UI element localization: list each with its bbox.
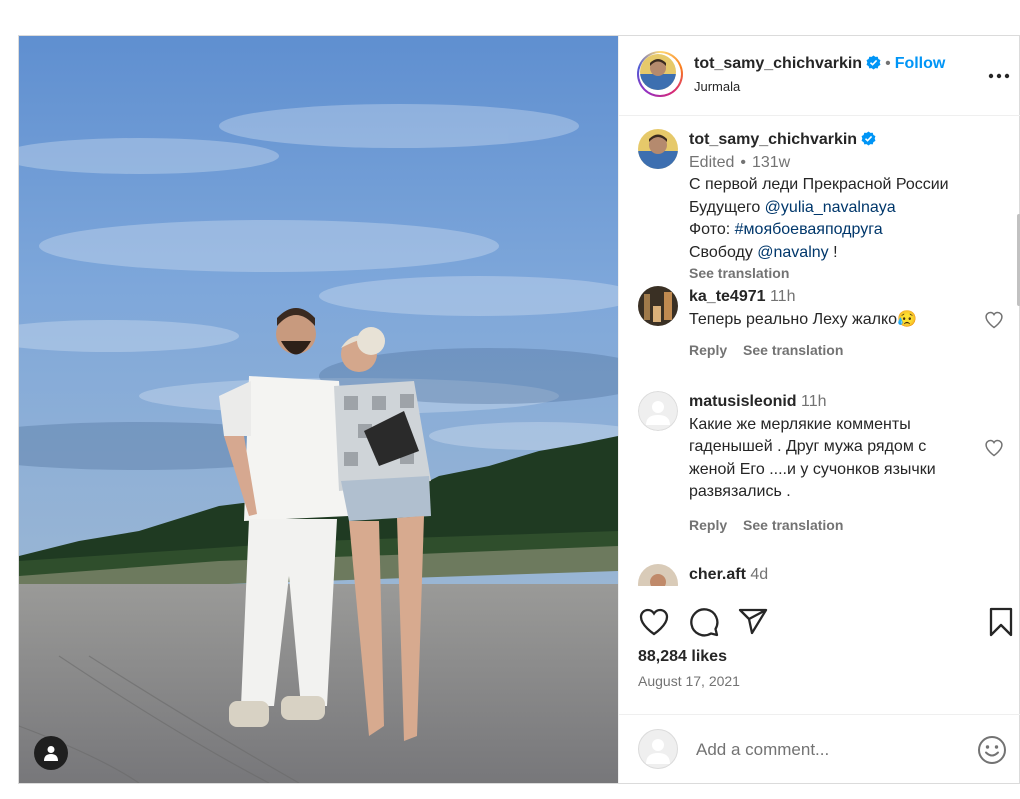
ellipsis-icon — [988, 73, 1010, 79]
comment-like-heart-icon[interactable] — [984, 310, 1004, 330]
heart-icon[interactable] — [638, 606, 670, 638]
see-translation-button[interactable]: See translation — [743, 517, 843, 533]
add-comment-input[interactable] — [694, 737, 968, 763]
author-username[interactable]: tot_samy_chichvarkin — [694, 55, 862, 72]
add-comment-bar — [619, 714, 1020, 784]
comment-text: Теперь реально Леху жалко — [689, 310, 898, 328]
mention-navalny[interactable]: @navalny — [757, 244, 828, 261]
comment-time[interactable]: 11h — [801, 393, 827, 410]
caption-separator: • — [740, 153, 746, 171]
comment-username[interactable]: ka_te4971 — [689, 288, 766, 305]
see-translation-button[interactable]: See translation — [743, 342, 843, 358]
mention-yulia-navalnaya[interactable]: @yulia_navalnaya — [765, 199, 896, 216]
post-side-panel: tot_samy_chichvarkin • Follow Jurmala to… — [618, 36, 1020, 783]
comment-time[interactable]: 11h — [770, 288, 796, 305]
caption-time[interactable]: 131w — [752, 154, 790, 171]
caption-line-2-text: Будущего — [689, 198, 765, 216]
post-header: tot_samy_chichvarkin • Follow Jurmala — [619, 36, 1020, 116]
verified-badge-icon — [866, 55, 881, 70]
comment-avatar[interactable] — [638, 391, 678, 431]
bookmark-icon[interactable] — [985, 606, 1017, 638]
comment-like-heart-icon[interactable] — [984, 438, 1004, 458]
reply-button[interactable]: Reply — [689, 517, 727, 533]
header-separator: • — [885, 55, 891, 72]
post-location[interactable]: Jurmala — [694, 79, 740, 94]
comment-emoji: 😥 — [897, 310, 917, 328]
follow-button[interactable]: Follow — [895, 55, 946, 72]
comment-avatar[interactable] — [638, 564, 678, 586]
caption-see-translation[interactable]: See translation — [689, 265, 789, 281]
caption-line-1: С первой леди Прекрасной России — [689, 176, 949, 193]
tag-people-button[interactable] — [34, 736, 68, 770]
comment-username[interactable]: matusisleonid — [689, 393, 797, 410]
user-tag-icon — [44, 746, 58, 761]
comment-avatar[interactable] — [638, 286, 678, 326]
post-date[interactable]: August 17, 2021 — [638, 673, 740, 689]
comment-username[interactable]: cher.aft — [689, 566, 746, 583]
author-avatar[interactable] — [637, 51, 683, 97]
paper-plane-icon[interactable] — [737, 606, 769, 638]
comment-time[interactable]: 4d — [750, 566, 768, 583]
caption-username[interactable]: tot_samy_chichvarkin — [689, 131, 857, 148]
likes-count[interactable]: 88,284 likes — [638, 648, 727, 666]
post-photo[interactable] — [19, 36, 618, 783]
post-dialog: tot_samy_chichvarkin • Follow Jurmala to… — [18, 35, 1020, 784]
current-user-avatar — [638, 729, 678, 769]
beach-photo-illustration — [19, 36, 618, 783]
comment-bubble-icon[interactable] — [688, 606, 720, 638]
smiley-icon[interactable] — [977, 735, 1007, 765]
caption-line-3-text: Фото: — [689, 221, 735, 238]
hashtag-link[interactable]: #моябоеваяподруга — [735, 221, 883, 238]
post-actions — [619, 606, 1020, 646]
caption-edited: Edited — [689, 153, 735, 171]
verified-badge-icon — [861, 131, 876, 146]
caption-line-4-text: Свободу — [689, 243, 758, 261]
more-options-button[interactable] — [987, 66, 1011, 86]
caption-author-avatar[interactable] — [638, 129, 678, 169]
reply-button[interactable]: Reply — [689, 342, 727, 358]
header-user-line: tot_samy_chichvarkin • Follow — [694, 55, 945, 73]
comments-list[interactable]: tot_samy_chichvarkin Edited • 131w С перво… — [619, 116, 1020, 586]
comment-text: Какие же мерлякие комменты гаденышей . Д… — [689, 415, 936, 501]
caption-line-4-end: ! — [828, 243, 838, 261]
